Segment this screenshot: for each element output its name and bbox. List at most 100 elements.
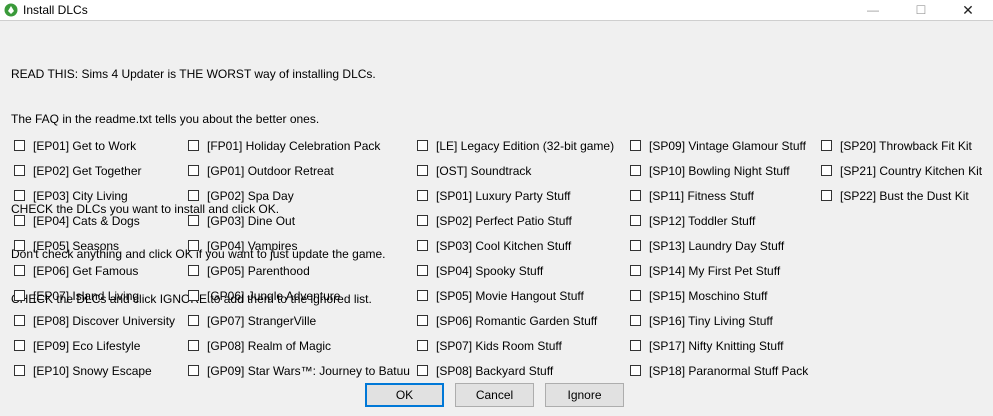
dlc-checkbox-item[interactable]: [SP20] Throwback Fit Kit <box>821 133 982 158</box>
minimize-button[interactable]: — <box>850 0 896 20</box>
ok-button[interactable]: OK <box>365 383 444 407</box>
dlc-checkbox-item[interactable]: [FP01] Holiday Celebration Pack <box>188 133 410 158</box>
dlc-checkbox-item[interactable]: [EP02] Get Together <box>14 158 175 183</box>
dlc-checkbox-item[interactable]: [EP06] Get Famous <box>14 258 175 283</box>
checkbox[interactable] <box>821 165 832 176</box>
maximize-button[interactable]: ☐ <box>898 0 944 20</box>
dlc-checkbox-item[interactable]: [SP11] Fitness Stuff <box>630 183 808 208</box>
checkbox[interactable] <box>188 290 199 301</box>
dlc-label: [EP05] Seasons <box>33 238 120 253</box>
checkbox[interactable] <box>14 265 25 276</box>
checkbox[interactable] <box>417 240 428 251</box>
dlc-label: [SP10] Bowling Night Stuff <box>649 163 790 178</box>
dlc-checkbox-item[interactable]: [SP14] My First Pet Stuff <box>630 258 808 283</box>
dlc-checkbox-item[interactable]: [GP08] Realm of Magic <box>188 333 410 358</box>
dlc-checkbox-item[interactable]: [GP07] StrangerVille <box>188 308 410 333</box>
dlc-checkbox-item[interactable]: [SP12] Toddler Stuff <box>630 208 808 233</box>
dlc-label: [GP05] Parenthood <box>207 263 310 278</box>
checkbox[interactable] <box>417 190 428 201</box>
checkbox[interactable] <box>417 265 428 276</box>
checkbox[interactable] <box>14 165 25 176</box>
checkbox[interactable] <box>630 290 641 301</box>
checkbox[interactable] <box>417 215 428 226</box>
checkbox[interactable] <box>417 140 428 151</box>
checkbox[interactable] <box>14 190 25 201</box>
dlc-checkbox-item[interactable]: [EP03] City Living <box>14 183 175 208</box>
dlc-checkbox-item[interactable]: [SP07] Kids Room Stuff <box>417 333 614 358</box>
dlc-checkbox-item[interactable]: [SP05] Movie Hangout Stuff <box>417 283 614 308</box>
dlc-checkbox-item[interactable]: [GP01] Outdoor Retreat <box>188 158 410 183</box>
dlc-checkbox-item[interactable]: [SP16] Tiny Living Stuff <box>630 308 808 333</box>
dlc-checkbox-item[interactable]: [EP09] Eco Lifestyle <box>14 333 175 358</box>
dlc-checkbox-item[interactable]: [SP10] Bowling Night Stuff <box>630 158 808 183</box>
dlc-checkbox-item[interactable]: [EP01] Get to Work <box>14 133 175 158</box>
checkbox[interactable] <box>14 290 25 301</box>
dlc-checkbox-item[interactable]: [SP18] Paranormal Stuff Pack <box>630 358 808 383</box>
checkbox[interactable] <box>417 365 428 376</box>
dlc-checkbox-item[interactable]: [GP05] Parenthood <box>188 258 410 283</box>
checkbox[interactable] <box>630 165 641 176</box>
checkbox[interactable] <box>630 365 641 376</box>
dlc-checkbox-item[interactable]: [SP22] Bust the Dust Kit <box>821 183 982 208</box>
dlc-checkbox-item[interactable]: [EP07] Island Living <box>14 283 175 308</box>
dlc-checkbox-item[interactable]: [EP04] Cats & Dogs <box>14 208 175 233</box>
checkbox[interactable] <box>417 165 428 176</box>
checkbox[interactable] <box>14 315 25 326</box>
checkbox[interactable] <box>417 290 428 301</box>
checkbox[interactable] <box>821 140 832 151</box>
checkbox[interactable] <box>188 140 199 151</box>
dlc-column: [SP09] Vintage Glamour Stuff [SP10] Bowli… <box>630 133 808 383</box>
checkbox[interactable] <box>14 240 25 251</box>
checkbox[interactable] <box>188 190 199 201</box>
checkbox[interactable] <box>630 315 641 326</box>
cancel-button[interactable]: Cancel <box>455 383 534 407</box>
checkbox[interactable] <box>188 215 199 226</box>
checkbox[interactable] <box>188 365 199 376</box>
dlc-label: [SP11] Fitness Stuff <box>649 188 754 203</box>
checkbox[interactable] <box>630 340 641 351</box>
dlc-checkbox-item[interactable]: [SP21] Country Kitchen Kit <box>821 158 982 183</box>
dlc-label: [EP03] City Living <box>33 188 128 203</box>
checkbox[interactable] <box>14 340 25 351</box>
dlc-checkbox-item[interactable]: [GP09] Star Wars™: Journey to Batuu <box>188 358 410 383</box>
dlc-checkbox-item[interactable]: [SP01] Luxury Party Stuff <box>417 183 614 208</box>
checkbox[interactable] <box>188 165 199 176</box>
dlc-checkbox-item[interactable]: [SP02] Perfect Patio Stuff <box>417 208 614 233</box>
dlc-checkbox-item[interactable]: [SP08] Backyard Stuff <box>417 358 614 383</box>
dlc-checkbox-item[interactable]: [EP10] Snowy Escape <box>14 358 175 383</box>
checkbox[interactable] <box>630 240 641 251</box>
checkbox[interactable] <box>14 365 25 376</box>
dlc-checkbox-item[interactable]: [SP09] Vintage Glamour Stuff <box>630 133 808 158</box>
ignore-button[interactable]: Ignore <box>545 383 624 407</box>
dlc-checkbox-item[interactable]: [EP05] Seasons <box>14 233 175 258</box>
dlc-checkbox-item[interactable]: [SP04] Spooky Stuff <box>417 258 614 283</box>
checkbox[interactable] <box>188 315 199 326</box>
dlc-checkbox-item[interactable]: [SP13] Laundry Day Stuff <box>630 233 808 258</box>
checkbox[interactable] <box>821 190 832 201</box>
checkbox[interactable] <box>188 265 199 276</box>
dlc-checkbox-item[interactable]: [GP04] Vampires <box>188 233 410 258</box>
dlc-label: [LE] Legacy Edition (32-bit game) <box>436 138 615 153</box>
dlc-checkbox-item[interactable]: [SP15] Moschino Stuff <box>630 283 808 308</box>
checkbox[interactable] <box>14 140 25 151</box>
checkbox[interactable] <box>417 315 428 326</box>
close-button[interactable]: ✕ <box>945 0 991 20</box>
dlc-checkbox-item[interactable]: [SP06] Romantic Garden Stuff <box>417 308 614 333</box>
checkbox[interactable] <box>630 190 641 201</box>
dlc-checkbox-item[interactable]: [OST] Soundtrack <box>417 158 614 183</box>
dlc-label: [SP03] Cool Kitchen Stuff <box>436 238 572 253</box>
checkbox[interactable] <box>417 340 428 351</box>
checkbox[interactable] <box>188 240 199 251</box>
checkbox[interactable] <box>14 215 25 226</box>
dlc-checkbox-item[interactable]: [GP06] Jungle Adventure <box>188 283 410 308</box>
dlc-checkbox-item[interactable]: [LE] Legacy Edition (32-bit game) <box>417 133 614 158</box>
checkbox[interactable] <box>630 140 641 151</box>
checkbox[interactable] <box>188 340 199 351</box>
dlc-checkbox-item[interactable]: [GP02] Spa Day <box>188 183 410 208</box>
checkbox[interactable] <box>630 215 641 226</box>
dlc-checkbox-item[interactable]: [EP08] Discover University <box>14 308 175 333</box>
dlc-checkbox-item[interactable]: [GP03] Dine Out <box>188 208 410 233</box>
checkbox[interactable] <box>630 265 641 276</box>
dlc-checkbox-item[interactable]: [SP17] Nifty Knitting Stuff <box>630 333 808 358</box>
dlc-checkbox-item[interactable]: [SP03] Cool Kitchen Stuff <box>417 233 614 258</box>
